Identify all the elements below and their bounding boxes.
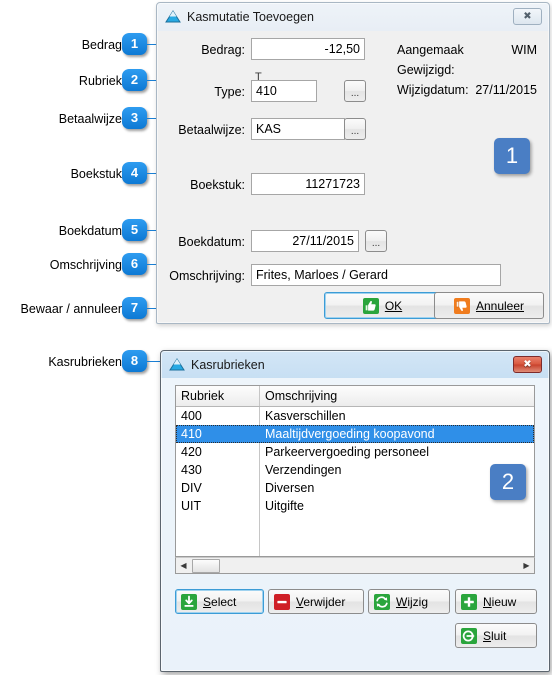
close-icon[interactable]: ✖ xyxy=(513,8,542,25)
cell-rubriek: 420 xyxy=(176,443,260,461)
boekstuk-input[interactable]: 11271723 xyxy=(251,173,365,195)
callout-label-5: Boekdatum xyxy=(58,224,122,238)
cell-rubriek: 430 xyxy=(176,461,260,479)
callout-badge-2: 2 xyxy=(122,69,147,91)
callout-label-8: Kasrubrieken xyxy=(48,355,122,369)
callout-label-2: Rubriek xyxy=(78,74,122,88)
wijzig-button[interactable]: Wijzig xyxy=(368,589,450,614)
boekdatum-browse-button[interactable]: ... xyxy=(365,230,387,252)
horizontal-scrollbar[interactable]: ◀ ▶ xyxy=(175,557,535,574)
window-title: Kasrubrieken xyxy=(191,357,265,372)
table-row[interactable]: 410 Maaltijdvergoeding koopavond xyxy=(176,425,534,443)
cell-rubriek: 400 xyxy=(176,407,260,425)
window-title: Kasmutatie Toevoegen xyxy=(187,9,314,24)
aangemaak-value: WIM xyxy=(511,43,537,57)
column-header-rubriek[interactable]: Rubriek xyxy=(176,386,260,406)
boekdatum-label: Boekdatum: xyxy=(178,235,245,249)
thumbs-up-icon xyxy=(362,297,379,314)
table-row[interactable]: UIT Uitgifte xyxy=(176,497,534,515)
callout-badge-6: 6 xyxy=(122,253,147,275)
cell-rubriek: 410 xyxy=(181,427,202,441)
sluit-button[interactable]: Sluit xyxy=(455,623,537,648)
minus-icon xyxy=(274,593,290,610)
table-row[interactable]: 430 Verzendingen xyxy=(176,461,534,479)
kasrubrieken-list[interactable]: Rubriek Omschrijving 400 Kasverschillen … xyxy=(175,385,535,557)
ok-button[interactable]: OK xyxy=(324,292,441,319)
thumbs-down-icon xyxy=(453,297,470,314)
omschrijving-input[interactable]: Frites, Marloes / Gerard xyxy=(251,264,501,286)
window-kasmutatie-toevoegen[interactable]: Kasmutatie Toevoegen ✖ Bedrag: -12,50 T … xyxy=(156,2,550,324)
select-button-label: SSelectelect xyxy=(203,594,237,609)
window-kasrubrieken[interactable]: Kasrubrieken ✖ Rubriek Omschrijving 400 … xyxy=(160,350,550,672)
ok-button-label: OK xyxy=(384,298,403,313)
cell-rubriek: DIV xyxy=(176,479,260,497)
scrollbar-thumb[interactable] xyxy=(192,558,220,573)
wijzig-button-label: Wijzig xyxy=(396,594,428,609)
gewijzigd-label: Gewijzigd: xyxy=(397,63,455,77)
type-browse-button[interactable]: ... xyxy=(344,80,366,102)
plus-icon xyxy=(461,593,477,610)
list-header: Rubriek Omschrijving xyxy=(176,386,534,407)
bedrag-label: Bedrag: xyxy=(201,43,245,57)
type-input[interactable]: 410 xyxy=(251,80,317,102)
betaalwijze-browse-button[interactable]: ... xyxy=(344,118,366,140)
callout-label-6: Omschrijving xyxy=(49,258,122,272)
omschrijving-label: Omschrijving: xyxy=(169,269,245,283)
callout-label-3: Betaalwijze xyxy=(58,112,122,126)
column-header-omschrijving[interactable]: Omschrijving xyxy=(260,386,534,406)
callout-badge-4: 4 xyxy=(122,162,147,184)
betaalwijze-label: Betaalwijze: xyxy=(178,123,245,137)
nieuw-button[interactable]: Nieuw xyxy=(455,589,537,614)
callout-badge-1: 1 xyxy=(122,33,147,55)
cancel-button-label: Annuleer xyxy=(475,298,525,313)
cell-omschrijving: Kasverschillen xyxy=(265,409,346,423)
callout-badge-5: 5 xyxy=(122,219,147,241)
nieuw-button-label: Nieuw xyxy=(483,594,517,609)
download-icon xyxy=(181,593,197,610)
betaalwijze-input[interactable]: KAS xyxy=(251,118,345,140)
cell-rubriek: UIT xyxy=(176,497,260,515)
table-row[interactable]: 420 Parkeervergoeding personeel xyxy=(176,443,534,461)
titlebar-kasrubrieken[interactable]: Kasrubrieken xyxy=(161,351,549,378)
close-icon[interactable]: ✖ xyxy=(513,356,542,373)
callout-label-7: Bewaar / annuleer xyxy=(20,302,122,316)
list-empty-area xyxy=(176,515,534,556)
refresh-icon xyxy=(374,593,390,610)
cancel-button[interactable]: Annuleer xyxy=(434,292,544,319)
callout-badge-8: 8 xyxy=(122,350,147,372)
cell-omschrijving: Maaltijdvergoeding koopavond xyxy=(265,427,435,441)
type-label: Type: xyxy=(214,85,245,99)
callout-badge-3: 3 xyxy=(122,107,147,129)
screenshot-root: Bedrag Rubriek Betaalwijze Boekstuk Boek… xyxy=(0,0,552,675)
annotation-plate-1: 1 xyxy=(494,138,530,174)
select-button[interactable]: SSelectelect xyxy=(175,589,264,614)
cell-omschrijving: Parkeervergoeding personeel xyxy=(265,445,429,459)
table-row[interactable]: DIV Diversen xyxy=(176,479,534,497)
boekstuk-label: Boekstuk: xyxy=(190,178,245,192)
triangle-icon xyxy=(165,9,181,25)
callout-badge-7: 7 xyxy=(122,297,147,319)
callout-label-4: Boekstuk xyxy=(70,167,122,181)
bedrag-input[interactable]: -12,50 xyxy=(251,38,365,60)
callout-label-1: Bedrag xyxy=(81,38,122,52)
scroll-right-arrow-icon[interactable]: ▶ xyxy=(519,558,534,573)
scroll-left-arrow-icon[interactable]: ◀ xyxy=(176,558,191,573)
titlebar-kasmutatie[interactable]: Kasmutatie Toevoegen xyxy=(157,3,549,30)
exit-icon xyxy=(461,627,477,644)
triangle-icon xyxy=(169,357,185,373)
table-row[interactable]: 400 Kasverschillen xyxy=(176,407,534,425)
boekdatum-input[interactable]: 27/11/2015 xyxy=(251,230,359,252)
verwijder-button-label: Verwijder xyxy=(296,594,346,609)
wijzigdatum-value: 27/11/2015 xyxy=(475,83,537,97)
sluit-button-label: Sluit xyxy=(483,628,507,643)
annotation-plate-2: 2 xyxy=(490,464,526,500)
verwijder-button[interactable]: Verwijder xyxy=(268,589,364,614)
